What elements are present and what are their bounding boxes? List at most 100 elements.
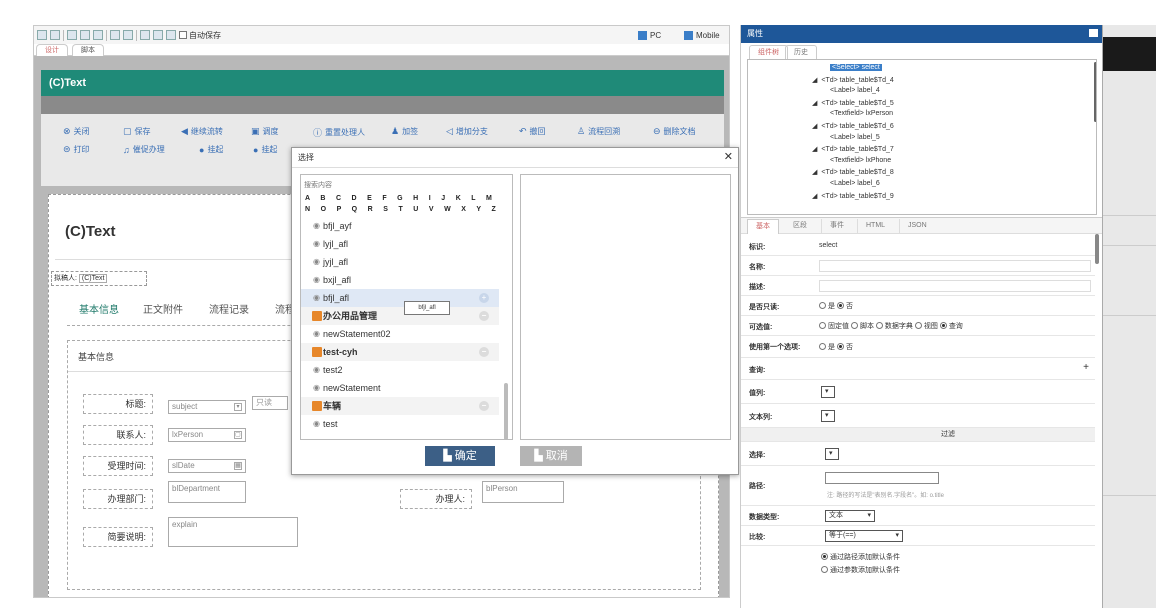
tree-node[interactable]: ◢ <Td> table_table$Td_9: [812, 192, 894, 200]
pc-view-button[interactable]: PC: [632, 28, 667, 42]
option-item[interactable]: ◉ jyjl_afl: [301, 253, 499, 271]
tab-history[interactable]: 历史: [785, 45, 817, 59]
option-item[interactable]: ◉ bxjl_afl: [301, 271, 499, 289]
tree-node[interactable]: <Select> select: [830, 64, 882, 71]
tab-section[interactable]: 区段: [785, 219, 815, 234]
delete-doc-action[interactable]: ⊖ 删除文档: [653, 126, 696, 137]
component-icon[interactable]: [153, 30, 163, 40]
cancel-button[interactable]: ▙ 取消: [520, 446, 582, 466]
subject-input[interactable]: subject ▾: [168, 400, 246, 414]
option-item[interactable]: ◉ newStatement02: [301, 325, 499, 343]
expand-arrow-icon[interactable]: ◢: [812, 193, 817, 200]
close-icon[interactable]: ✕: [724, 150, 733, 164]
compare-select[interactable]: 等于(==) ▾: [825, 530, 903, 542]
tree-node[interactable]: <Label> label_4: [830, 87, 880, 94]
expand-arrow-icon[interactable]: ◢: [812, 123, 817, 130]
new-icon[interactable]: [37, 30, 47, 40]
expand-arrow-icon[interactable]: ◢: [812, 146, 817, 153]
ok-button[interactable]: ▙ 确定: [425, 446, 495, 466]
option-item[interactable]: ◉ test: [301, 415, 499, 433]
readonly-toggle[interactable]: 只读: [252, 396, 288, 410]
dispatch-action[interactable]: ▣ 调度: [251, 126, 279, 137]
props-scrollbar[interactable]: [1095, 234, 1099, 264]
add-branch-action[interactable]: ◁ 增加分支: [446, 126, 488, 137]
suspend-action-2[interactable]: ● 挂起: [253, 144, 277, 155]
readonly-yes-radio[interactable]: 是: [819, 302, 835, 310]
datatype-select[interactable]: 文本 ▾: [825, 510, 875, 522]
script-radio[interactable]: 脚本: [850, 322, 874, 330]
contact-input[interactable]: lxPerson ▢: [168, 428, 246, 442]
name-input[interactable]: [819, 260, 1091, 272]
handler-input[interactable]: blPerson: [482, 481, 564, 503]
tree-node[interactable]: <Label> label_6: [830, 180, 880, 187]
option-item[interactable]: ◉ bfjl_ayf: [301, 217, 499, 235]
brush-icon[interactable]: [93, 30, 103, 40]
tree-node[interactable]: <Textfield> lxPhone: [830, 157, 891, 164]
print-icon[interactable]: [80, 30, 90, 40]
expand-arrow-icon[interactable]: ◢: [812, 77, 817, 84]
close-action[interactable]: ⊗ 关闭: [63, 126, 90, 137]
id-value[interactable]: select: [819, 242, 837, 249]
tree-node[interactable]: ◢ <Td> table_table$Td_7: [812, 145, 894, 153]
option-item[interactable]: ◉ bfjl_afl +: [301, 289, 499, 307]
collapse-icon[interactable]: −: [479, 401, 489, 411]
add-icon[interactable]: +: [479, 293, 489, 303]
add-sign-action[interactable]: ♟ 加签: [391, 126, 418, 137]
tree-node[interactable]: ◢ <Td> table_table$Td_8: [812, 168, 894, 176]
flow-rewind-action[interactable]: ♙ 流程回溯: [577, 126, 620, 137]
tab-flow-records[interactable]: 流程记录: [209, 301, 249, 316]
tab-basic[interactable]: 基本: [747, 219, 779, 234]
tree-scrollbar[interactable]: [1094, 62, 1096, 122]
settings-dropdown-icon[interactable]: [123, 30, 133, 40]
tab-html[interactable]: HTML: [857, 219, 893, 234]
tree-node[interactable]: ◢ <Td> table_table$Td_4: [812, 76, 894, 84]
reset-handler-action[interactable]: ⓘ 重置处理人: [313, 126, 365, 139]
tree-node[interactable]: <Textfield> lxPerson: [830, 110, 893, 117]
value-column-select[interactable]: ▾: [821, 386, 835, 398]
save-action[interactable]: ▢ 保存: [123, 126, 151, 137]
image-icon[interactable]: [166, 30, 176, 40]
collapse-icon[interactable]: −: [479, 311, 489, 321]
department-input[interactable]: blDepartment: [168, 481, 246, 503]
query-radio[interactable]: 查询: [939, 322, 963, 330]
date-input[interactable]: slDate ▦: [168, 459, 246, 473]
fixed-value-radio[interactable]: 固定值: [819, 322, 849, 330]
search-label[interactable]: 搜索内容: [304, 180, 332, 190]
alphabet-filter-row-2[interactable]: N O P Q R S T U V W X Y Z: [305, 206, 500, 213]
tab-attachments[interactable]: 正文附件: [143, 301, 183, 316]
description-input[interactable]: explain: [168, 517, 298, 547]
continue-flow-action[interactable]: ◀ 继续流转: [181, 126, 223, 137]
tree-node[interactable]: ◢ <Td> table_table$Td_5: [812, 99, 894, 107]
option-item[interactable]: test-cyh −: [301, 343, 499, 361]
alphabet-filter-row-1[interactable]: A B C D E F G H I J K L M: [305, 195, 496, 202]
path-condition-radio[interactable]: 通过路径添加默认条件: [821, 552, 900, 562]
tab-events[interactable]: 事件: [821, 219, 852, 234]
dictionary-radio[interactable]: 数据字典: [875, 322, 913, 330]
option-item[interactable]: ◉ lyjl_afl: [301, 235, 499, 253]
option-item[interactable]: ◉ newStatement: [301, 379, 499, 397]
layout-icon[interactable]: [140, 30, 150, 40]
tab-basic-info[interactable]: 基本信息: [79, 301, 119, 316]
expand-arrow-icon[interactable]: ◢: [812, 169, 817, 176]
view-radio[interactable]: 视图: [914, 322, 938, 330]
path-input[interactable]: [825, 472, 939, 484]
description-input[interactable]: [819, 280, 1091, 292]
first-yes-radio[interactable]: 是: [819, 343, 835, 351]
readonly-no-radio[interactable]: 否: [836, 302, 853, 310]
collapse-icon[interactable]: −: [479, 347, 489, 357]
minimize-icon[interactable]: [1089, 29, 1098, 37]
tab-component-tree[interactable]: 组件树: [749, 45, 788, 59]
tab-design[interactable]: 设计: [36, 44, 68, 56]
first-no-radio[interactable]: 否: [836, 343, 853, 351]
option-item[interactable]: 车辆 −: [301, 397, 499, 415]
expand-arrow-icon[interactable]: ◢: [812, 100, 817, 107]
filter-select[interactable]: ▾: [825, 448, 839, 460]
print-action[interactable]: ⊜ 打印: [63, 144, 90, 155]
tree-node[interactable]: <Label> label_5: [830, 134, 880, 141]
text-column-select[interactable]: ▾: [821, 410, 835, 422]
mobile-view-button[interactable]: Mobile: [678, 28, 726, 42]
autosave-checkbox[interactable]: 自动保存: [179, 30, 221, 41]
option-item[interactable]: ◉ test2: [301, 361, 499, 379]
tree-node[interactable]: ◢ <Td> table_table$Td_6: [812, 122, 894, 130]
urge-action[interactable]: ♫ 催促办理: [123, 144, 165, 155]
